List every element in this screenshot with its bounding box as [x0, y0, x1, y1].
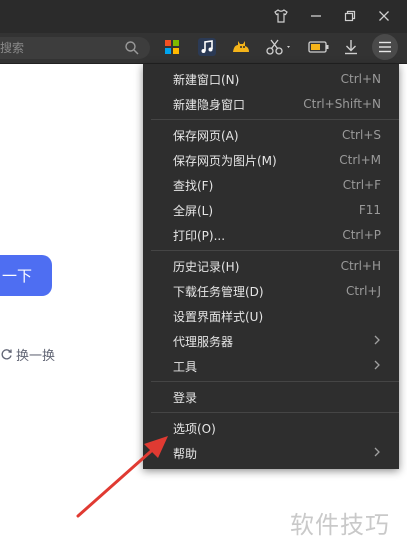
- menu-item-shortcut: Ctrl+Shift+N: [303, 97, 381, 111]
- menu-item-shortcut: Ctrl+M: [339, 153, 381, 167]
- apps-grid-icon[interactable]: [160, 35, 184, 59]
- menu-item-label: 新建窗口(N): [173, 72, 240, 87]
- main-menu: 新建窗口(N) Ctrl+N 新建隐身窗口 Ctrl+Shift+N 保存网页(A)…: [143, 64, 399, 469]
- search-submit-button[interactable]: 一下: [0, 255, 52, 296]
- menu-item-options[interactable]: 选项(O): [143, 415, 399, 441]
- menu-item-shortcut: Ctrl+N: [340, 72, 381, 86]
- menu-separator: [151, 381, 399, 382]
- menu-item-label: 全屏(L): [173, 203, 214, 218]
- menu-item-label: 打印(P)...: [173, 228, 226, 243]
- watermark: 软件技巧: [290, 511, 390, 539]
- menu-item-interface-style[interactable]: 设置界面样式(U): [143, 303, 399, 329]
- menu-item-save-page[interactable]: 保存网页(A) Ctrl+S: [143, 122, 399, 148]
- search-icon[interactable]: [124, 40, 140, 60]
- menu-item-proxy-server[interactable]: 代理服务器: [143, 328, 399, 354]
- menu-item-label: 工具: [173, 359, 198, 374]
- menu-item-label: 保存网页(A): [173, 128, 239, 143]
- menu-item-help[interactable]: 帮助: [143, 440, 399, 466]
- menu-item-download-manager[interactable]: 下载任务管理(D) Ctrl+J: [143, 278, 399, 304]
- menu-item-shortcut: Ctrl+J: [346, 284, 381, 298]
- menu-separator: [151, 412, 399, 413]
- search-submit-label: 一下: [2, 267, 33, 285]
- menu-item-label: 设置界面样式(U): [173, 309, 264, 324]
- menu-item-shortcut: Ctrl+H: [340, 259, 381, 273]
- music-icon[interactable]: [195, 35, 219, 59]
- menu-item-label: 新建隐身窗口: [173, 97, 246, 112]
- menu-item-new-incognito-window[interactable]: 新建隐身窗口 Ctrl+Shift+N: [143, 91, 399, 117]
- menu-item-shortcut: Ctrl+S: [341, 128, 381, 142]
- menu-item-history[interactable]: 历史记录(H) Ctrl+H: [143, 253, 399, 279]
- menu-separator: [151, 250, 399, 251]
- screenshot-scissors-icon[interactable]: [262, 35, 296, 59]
- menu-item-new-window[interactable]: 新建窗口(N) Ctrl+N: [143, 66, 399, 92]
- menu-item-label: 查找(F): [173, 178, 214, 193]
- menu-item-find[interactable]: 查找(F) Ctrl+F: [143, 172, 399, 198]
- close-icon[interactable]: [373, 5, 395, 27]
- menu-item-save-page-as-image[interactable]: 保存网页为图片(M) Ctrl+M: [143, 147, 399, 173]
- menu-item-label: 帮助: [173, 446, 198, 461]
- refresh-link[interactable]: 换一换: [0, 345, 56, 364]
- menu-item-shortcut: Ctrl+P: [342, 228, 381, 242]
- title-bar: [0, 0, 407, 33]
- menu-item-fullscreen[interactable]: 全屏(L) F11: [143, 197, 399, 223]
- menu-item-tools[interactable]: 工具: [143, 353, 399, 379]
- download-icon[interactable]: [339, 35, 363, 59]
- menu-item-login[interactable]: 登录: [143, 384, 399, 410]
- menu-item-label: 代理服务器: [173, 334, 234, 349]
- menu-item-print[interactable]: 打印(P)... Ctrl+P: [143, 222, 399, 248]
- main-menu-icon[interactable]: [372, 34, 398, 60]
- menu-item-shortcut: F11: [358, 203, 381, 217]
- chevron-right-icon: [373, 334, 381, 349]
- chevron-right-icon: [373, 359, 381, 374]
- minimize-icon[interactable]: [305, 5, 327, 27]
- menu-item-label: 选项(O): [173, 421, 216, 436]
- menu-item-label: 保存网页为图片(M): [173, 153, 277, 168]
- restore-icon[interactable]: [339, 5, 361, 27]
- menu-item-label: 历史记录(H): [173, 259, 240, 274]
- search-input[interactable]: [0, 37, 118, 59]
- refresh-icon: [0, 348, 13, 361]
- skin-icon[interactable]: [270, 5, 292, 27]
- menu-item-label: 登录: [173, 390, 198, 405]
- search-box: [0, 37, 150, 59]
- menu-item-label: 下载任务管理(D): [173, 284, 264, 299]
- menu-separator: [151, 119, 399, 120]
- menu-item-shortcut: Ctrl+F: [342, 178, 381, 192]
- chevron-right-icon: [373, 446, 381, 461]
- cat-extension-icon[interactable]: [229, 35, 253, 59]
- refresh-label: 换一换: [16, 348, 56, 364]
- battery-icon[interactable]: [307, 35, 331, 59]
